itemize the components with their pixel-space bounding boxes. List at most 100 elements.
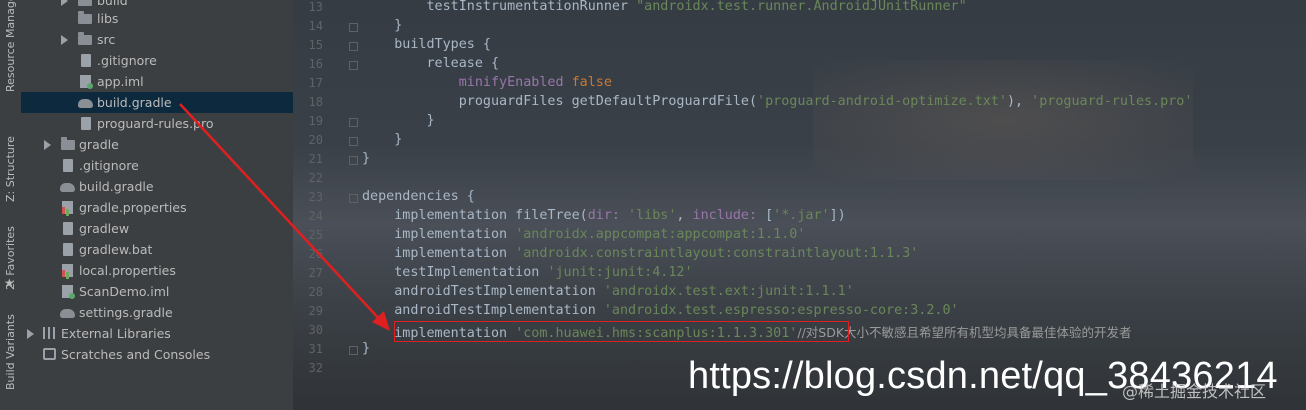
- tree-item-gradle-properties[interactable]: gradle.properties: [21, 197, 293, 218]
- tree-item-gradlew[interactable]: gradlew: [21, 218, 293, 239]
- fold-marker-icon[interactable]: [349, 137, 358, 146]
- project-tree: build libs src .gitignore app.iml build.…: [21, 0, 293, 410]
- file-icon: [63, 222, 73, 235]
- code-line-19: }: [362, 113, 435, 128]
- tree-item-libs[interactable]: libs: [21, 8, 293, 29]
- line-number: 26: [308, 247, 323, 261]
- gradle-icon: [60, 183, 75, 192]
- tree-item-label: build.gradle: [97, 95, 172, 110]
- properties-icon: [62, 201, 73, 214]
- tree-item-settings-gradle[interactable]: settings.gradle: [21, 302, 293, 323]
- line-number: 28: [308, 285, 323, 299]
- file-icon: [63, 243, 73, 256]
- folder-icon: [78, 32, 92, 45]
- tree-item-label: Scratches and Consoles: [61, 347, 211, 362]
- build-variants-label: Build Variants: [4, 314, 17, 390]
- line-number: 31: [308, 342, 323, 356]
- tree-item-label: libs: [97, 11, 119, 26]
- gradle-icon: [60, 309, 75, 318]
- tree-item-label: gradlew.bat: [79, 242, 153, 257]
- file-icon: [81, 54, 91, 67]
- structure-label: Z: Structure: [4, 136, 17, 202]
- line-number: 32: [308, 361, 323, 375]
- line-number: 15: [308, 38, 323, 52]
- expand-arrow-icon[interactable]: [61, 35, 68, 45]
- line-number: 20: [308, 133, 323, 147]
- file-icon: [81, 117, 91, 130]
- tree-item-label: gradlew: [79, 221, 130, 236]
- tree-item-gradlew-bat[interactable]: gradlew.bat: [21, 239, 293, 260]
- code-line-25: implementation 'androidx.appcompat:appco…: [362, 227, 806, 242]
- line-number: 25: [308, 228, 323, 242]
- gradle-icon: [78, 99, 93, 108]
- code-line-13: testInstrumentationRunner "androidx.test…: [362, 0, 967, 14]
- code-line-26: implementation 'androidx.constraintlayou…: [362, 246, 919, 261]
- watermark-site: @稀土掘金技术社区: [1122, 382, 1267, 401]
- resource-manager-tab[interactable]: Resource Manager: [0, 0, 21, 92]
- code-line-29: androidTestImplementation 'androidx.test…: [362, 303, 959, 318]
- line-number: 29: [308, 304, 323, 318]
- resource-manager-label: Resource Manager: [4, 0, 17, 92]
- tree-item-scandemo-iml[interactable]: ScanDemo.iml: [21, 281, 293, 302]
- tree-item-app-iml[interactable]: app.iml: [21, 71, 293, 92]
- tree-item-label: gradle: [79, 137, 119, 152]
- line-number: 27: [308, 266, 323, 280]
- line-number: 14: [308, 19, 323, 33]
- expand-arrow-icon[interactable]: [44, 140, 51, 150]
- tree-item-label: proguard-rules.pro: [97, 116, 214, 131]
- build-variants-tab[interactable]: Build Variants: [0, 310, 21, 390]
- folder-icon: [78, 0, 92, 6]
- tree-item-src[interactable]: src: [21, 29, 293, 50]
- line-number: 18: [308, 95, 323, 109]
- tree-item-label: .gitignore: [79, 158, 139, 173]
- code-line-21: }: [362, 151, 371, 166]
- code-line-16: release {: [362, 56, 500, 71]
- tree-item-label: settings.gradle: [79, 305, 173, 320]
- line-number: 30: [308, 323, 323, 337]
- code-line-17: minifyEnabled false: [362, 75, 612, 90]
- folder-icon: [78, 11, 92, 24]
- tree-item-external-libraries[interactable]: External Libraries: [21, 323, 293, 344]
- fold-marker-icon[interactable]: [349, 194, 358, 203]
- tree-item-label: local.properties: [79, 263, 176, 278]
- expand-arrow-icon[interactable]: [27, 329, 34, 339]
- fold-marker-icon[interactable]: [349, 42, 358, 51]
- tree-item-gradle-folder[interactable]: gradle: [21, 134, 293, 155]
- line-number: 16: [308, 57, 323, 71]
- tree-item-label: .gitignore: [97, 53, 157, 68]
- code-line-28: androidTestImplementation 'androidx.test…: [362, 284, 854, 299]
- fold-marker-icon[interactable]: [349, 23, 358, 32]
- tree-item-proguard[interactable]: proguard-rules.pro: [21, 113, 293, 134]
- tree-item-root-build-gradle[interactable]: build.gradle: [21, 176, 293, 197]
- tool-window-strip: Resource Manager Z: Structure 2: Favorit…: [0, 0, 22, 410]
- code-line-14: }: [362, 18, 403, 33]
- line-number: 22: [308, 171, 323, 185]
- tree-item-build-gradle-selected[interactable]: build.gradle: [21, 92, 293, 113]
- code-line-15: buildTypes {: [362, 37, 491, 52]
- fold-marker-icon[interactable]: [349, 156, 358, 165]
- favorites-tab[interactable]: 2: Favorites ★: [0, 210, 21, 290]
- tree-item-local-properties[interactable]: local.properties: [21, 260, 293, 281]
- fold-marker-icon[interactable]: [349, 346, 358, 355]
- iml-icon: [62, 285, 75, 299]
- folder-icon: [61, 137, 75, 150]
- tree-item-label: app.iml: [97, 74, 144, 89]
- code-line-31: }: [362, 341, 371, 356]
- background-glow: [813, 60, 1193, 180]
- expand-arrow-icon[interactable]: [61, 0, 68, 6]
- structure-tab[interactable]: Z: Structure: [0, 110, 21, 202]
- tree-item-gitignore[interactable]: .gitignore: [21, 50, 293, 71]
- library-icon: [43, 327, 55, 339]
- fold-marker-icon[interactable]: [349, 118, 358, 127]
- tree-item-label: ScanDemo.iml: [79, 284, 170, 299]
- code-editor[interactable]: 13 14 15 16 17 18 19 20 21 22 23 24 25 2…: [293, 0, 1306, 410]
- line-number: 17: [308, 76, 323, 90]
- file-icon: [63, 159, 73, 172]
- tree-item-label: build.gradle: [79, 179, 154, 194]
- code-line-20: }: [362, 132, 403, 147]
- tree-item-scratches[interactable]: Scratches and Consoles: [21, 344, 293, 365]
- tree-item-root-gitignore[interactable]: .gitignore: [21, 155, 293, 176]
- line-number: 13: [308, 0, 323, 14]
- line-number: 24: [308, 209, 323, 223]
- fold-marker-icon[interactable]: [349, 61, 358, 70]
